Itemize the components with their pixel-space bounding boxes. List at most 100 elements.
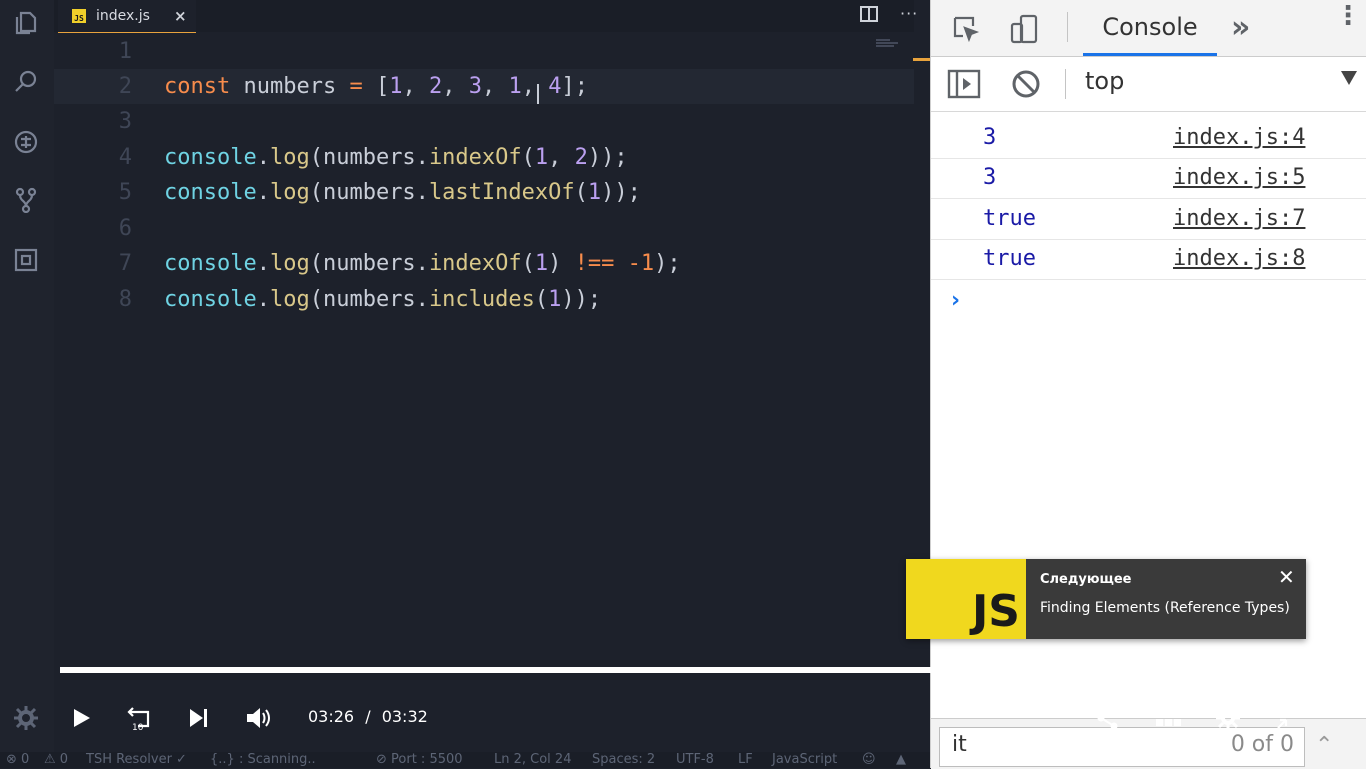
code-line: 1 [54,34,914,69]
context-selector[interactable]: top [1085,67,1124,95]
js-logo-text: JS [971,586,1020,637]
console-value: true [983,246,1036,271]
toolbar-divider [1067,12,1068,42]
activity-bar [0,0,54,752]
line-number: 7 [118,251,132,276]
status-spaces[interactable]: Spaces: 2 [592,752,655,768]
status-language[interactable]: JavaScript [772,752,837,768]
console-message: 3 index.js:4 [931,118,1366,159]
extensions-icon[interactable] [10,244,42,276]
source-control-icon[interactable] [10,184,42,216]
status-bar: ⊗ 0 ⚠ 0 TSH Resolver ✓ {..} : Scanning..… [0,752,930,768]
device-toolbar-icon[interactable] [1007,12,1041,46]
status-cursor-position[interactable]: Ln 2, Col 24 [494,752,571,768]
video-progress-bar[interactable] [60,667,1306,673]
up-next-label: Следующее [1040,572,1132,587]
console-value: 3 [983,125,997,150]
gear-icon[interactable] [12,704,40,732]
code-line: 7 console.log(numbers.indexOf(1) !== -1); [54,246,914,281]
show-sidebar-icon[interactable] [947,69,981,99]
split-editor-icon[interactable] [860,6,878,22]
duration: 03:32 [381,707,428,726]
grid-icon[interactable] [1150,700,1186,736]
current-time: 03:26 [308,707,355,726]
code-line: 5 console.log(numbers.lastIndexOf(1)); [54,175,914,210]
code-line: 8 console.log(numbers.includes(1)); [54,282,914,317]
text-cursor [537,84,539,104]
exit-fullscreen-icon[interactable] [1270,700,1306,736]
console-toolbar: top [931,57,1366,112]
status-errors[interactable]: ⊗ 0 [6,752,29,768]
scroll-marker [913,58,930,61]
svg-text:10: 10 [132,723,144,732]
console-message: true index.js:7 [931,199,1366,240]
console-value: 3 [983,165,997,190]
status-encoding[interactable]: UTF-8 [676,752,714,768]
files-icon[interactable] [10,6,42,38]
devtools-panel: Console » ⋮ top 3 index.js:4 3 index.js:… [930,0,1366,769]
tab-label: index.js [96,8,150,24]
code-text: console.log(numbers.indexOf(1) !== -1); [164,251,681,276]
tab-close-icon[interactable]: × [174,7,187,25]
chevron-up-icon[interactable]: ⌃ [1315,733,1333,758]
status-port[interactable]: ⊘ Port : 5500 [376,752,463,768]
status-warnings[interactable]: ⚠ 0 [44,752,68,768]
video-time: 03:26 / 03:32 [308,707,428,726]
minimap[interactable] [876,38,902,48]
tab-console[interactable]: Console [1083,0,1217,56]
more-tabs-icon[interactable]: » [1231,10,1250,45]
tab-index-js[interactable]: JS index.js × [58,0,196,33]
more-actions-icon[interactable]: ··· [900,4,918,23]
volume-button[interactable] [240,700,276,736]
toolbar-divider [1065,69,1066,99]
debug-icon[interactable] [10,126,42,158]
bell-icon[interactable]: ▲ [896,752,906,768]
search-icon[interactable] [10,66,42,98]
code-line: 6 [54,211,914,246]
line-number: 6 [118,216,132,241]
line-number: 3 [118,109,132,134]
video-progress-fill [60,667,1269,673]
console-prompt[interactable]: › [951,288,960,313]
code-line-current: 2 const numbers = [1, 2, 3, 1, 4]; [54,69,914,104]
code-text: console.log(numbers.indexOf(1, 2)); [164,145,628,170]
console-message: true index.js:8 [931,239,1366,280]
console-source-link[interactable]: index.js:7 [1173,199,1305,239]
line-number: 2 [118,74,132,99]
up-next-title[interactable]: Finding Elements (Reference Types) [1040,600,1290,616]
close-icon[interactable]: ✕ [1278,565,1295,589]
devtools-menu-icon[interactable]: ⋮ [1335,3,1361,29]
devtools-toolbar: Console » ⋮ [931,0,1366,57]
console-source-link[interactable]: index.js:4 [1173,118,1305,158]
editor-tab-bar: JS index.js × ··· [54,0,917,33]
code-line: 3 [54,104,914,139]
up-next-thumbnail: JS [906,559,1026,639]
status-resolver[interactable]: TSH Resolver ✓ [86,752,187,768]
smiley-icon[interactable]: ☺ [862,752,876,768]
find-query: it [952,732,967,757]
chevron-down-icon[interactable] [1341,71,1357,85]
status-scanning: {..} : Scanning.. [210,752,316,767]
console-value: true [983,206,1036,231]
line-number: 1 [118,39,132,64]
skip-next-button[interactable] [180,700,216,736]
inspect-element-icon[interactable] [949,12,983,46]
play-button[interactable] [62,700,98,736]
line-number: 8 [118,287,132,312]
up-next-card[interactable]: JS Следующее Finding Elements (Reference… [906,559,1306,639]
share-button[interactable] [1090,700,1126,736]
code-text: console.log(numbers.includes(1)); [164,287,602,312]
rewind-10-button[interactable]: 10 [120,700,156,736]
status-eol[interactable]: LF [738,752,753,768]
console-source-link[interactable]: index.js:5 [1173,158,1305,198]
settings-gear-icon[interactable] [1210,700,1246,736]
console-source-link[interactable]: index.js:8 [1173,239,1305,279]
js-file-icon: JS [72,9,86,23]
line-number: 4 [118,145,132,170]
code-text: console.log(numbers.lastIndexOf(1)); [164,180,641,205]
time-separator: / [365,707,371,726]
line-number: 5 [118,180,132,205]
code-editor[interactable]: 1 2 const numbers = [1, 2, 3, 1, 4]; 3 4 c… [54,32,914,752]
clear-console-icon[interactable] [1011,69,1041,99]
code-line: 4 console.log(numbers.indexOf(1, 2)); [54,140,914,175]
